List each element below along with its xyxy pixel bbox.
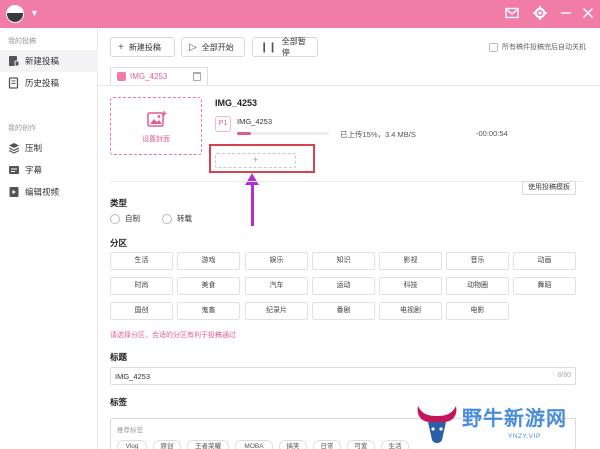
category-button[interactable]: 时尚: [110, 277, 173, 295]
upload-progress-bar: [237, 132, 329, 135]
category-button[interactable]: 番剧: [312, 302, 375, 320]
part-name: IMG_4253: [237, 117, 273, 126]
pause-all-button[interactable]: ❙❙ 全部暂停: [252, 37, 318, 57]
category-button[interactable]: 生活: [110, 252, 173, 270]
radio-original[interactable]: [110, 213, 120, 224]
video-file-icon: [117, 72, 126, 81]
tab-label: IMG_4253: [130, 72, 168, 81]
auto-shutdown-checkbox[interactable]: [489, 42, 498, 52]
category-button[interactable]: 汽车: [245, 277, 308, 295]
plus-icon: +: [118, 41, 124, 53]
history-icon: [8, 77, 19, 89]
category-button[interactable]: 运动: [312, 277, 375, 295]
watermark-brand: 野牛新游网: [462, 406, 567, 430]
category-section-label: 分区: [110, 238, 128, 248]
category-button[interactable]: 影视: [379, 252, 442, 270]
sidebar-item-label: 编辑视频: [25, 187, 60, 197]
category-button[interactable]: 知识: [312, 252, 375, 270]
video-edit-icon: [9, 187, 19, 197]
trash-icon[interactable]: [193, 72, 201, 81]
tag-chip[interactable]: Vlog: [117, 440, 147, 449]
category-button[interactable]: 鬼畜: [177, 302, 240, 320]
category-button[interactable]: 科技: [379, 277, 442, 295]
title-bar: ▼: [0, 0, 600, 28]
tag-chip[interactable]: 生活: [381, 440, 409, 449]
category-button[interactable]: 电视剧: [379, 302, 442, 320]
tag-chip[interactable]: MOBA: [235, 440, 273, 449]
sidebar-item-history[interactable]: 历史投稿: [0, 72, 98, 94]
sidebar-item-new-upload[interactable]: 新建投稿: [0, 50, 98, 72]
start-all-button[interactable]: ▷ 全部开始: [181, 37, 245, 57]
category-button[interactable]: 音乐: [446, 252, 509, 270]
new-upload-button[interactable]: + 新建投稿: [110, 37, 175, 57]
sidebar: 我的投稿 新建投稿 历史投稿 我的创作 压制 字幕 编辑视频: [0, 28, 98, 449]
sidebar-group-my-uploads: 我的投稿: [8, 38, 36, 45]
play-icon: ▷: [189, 41, 197, 53]
chevron-down-icon[interactable]: ▼: [30, 8, 39, 18]
upload-progress-fill: [237, 132, 251, 135]
title-value: IMG_4253: [115, 372, 151, 381]
set-cover-button[interactable]: 设置封面: [110, 97, 202, 155]
recommended-tags-label: 推荐标签: [117, 427, 143, 434]
watermark-url: YNZY.VIP: [508, 433, 541, 440]
sidebar-item-label: 新建投稿: [25, 56, 60, 66]
sidebar-item-subtitle[interactable]: 字幕: [0, 159, 98, 181]
sidebar-item-label: 字幕: [25, 165, 43, 175]
tag-chip[interactable]: 原创: [153, 440, 181, 449]
category-button[interactable]: 娱乐: [245, 252, 308, 270]
subtitle-icon: [9, 166, 19, 174]
upload-remaining-time: -00:00:54: [476, 129, 508, 138]
category-button[interactable]: 舞蹈: [513, 277, 576, 295]
mail-icon[interactable]: [504, 5, 520, 21]
tag-chip[interactable]: 搞笑: [279, 440, 307, 449]
auto-shutdown-option[interactable]: 所有稿件投稿完后自动关机: [489, 42, 586, 52]
use-template-button[interactable]: 使用投稿模板: [522, 181, 576, 195]
category-button[interactable]: 动画: [513, 252, 576, 270]
sidebar-group-my-creations: 我的创作: [8, 125, 36, 132]
tab-upload-item[interactable]: IMG_4253: [110, 67, 208, 85]
title-section-label: 标题: [110, 352, 128, 362]
upload-status: 已上传15%，3.4 MB/S: [340, 130, 416, 139]
pause-icon: ❙❙: [260, 41, 277, 53]
close-icon[interactable]: [580, 5, 596, 21]
tab-divider: [98, 85, 600, 86]
radio-repost[interactable]: [162, 213, 172, 224]
tag-chip[interactable]: 可爱: [347, 440, 375, 449]
tag-chip[interactable]: 日常: [313, 440, 341, 449]
highlight-box: [209, 144, 315, 173]
category-button[interactable]: 国创: [110, 302, 173, 320]
title-char-count: 8/80: [557, 372, 571, 379]
category-button[interactable]: 美食: [177, 277, 240, 295]
category-button[interactable]: 电影: [446, 302, 509, 320]
upload-icon: [9, 56, 20, 67]
app-logo[interactable]: [6, 5, 24, 23]
layers-icon: [8, 143, 20, 154]
arrow-shaft: [251, 183, 254, 226]
video-title: IMG_4253: [215, 98, 258, 108]
category-button[interactable]: 纪录片: [245, 302, 308, 320]
bull-logo-icon: [417, 406, 457, 443]
sidebar-item-edit-video[interactable]: 编辑视频: [0, 181, 98, 203]
image-icon: [147, 111, 167, 127]
type-radio-group: 自制 转载: [110, 213, 192, 224]
type-section-label: 类型: [110, 198, 128, 208]
watermark: 野牛新游网 YNZY.VIP: [410, 400, 600, 449]
category-hint: 请选择分区，合适的分区有利于投稿通过: [110, 332, 236, 339]
tag-section-label: 标签: [110, 397, 128, 407]
part-badge: P1: [215, 116, 231, 132]
sidebar-item-compress[interactable]: 压制: [0, 137, 98, 159]
category-button[interactable]: 游戏: [177, 252, 240, 270]
title-input[interactable]: IMG_4253 8/80: [110, 367, 576, 385]
category-button[interactable]: 动物圈: [446, 277, 509, 295]
cover-label: 设置封面: [142, 136, 170, 143]
minimize-icon[interactable]: [558, 5, 574, 21]
sidebar-item-label: 历史投稿: [25, 78, 60, 88]
sidebar-item-label: 压制: [25, 143, 43, 153]
tag-chip[interactable]: 王者荣耀: [187, 440, 229, 449]
gear-icon[interactable]: [532, 5, 548, 21]
divider: [110, 181, 585, 182]
